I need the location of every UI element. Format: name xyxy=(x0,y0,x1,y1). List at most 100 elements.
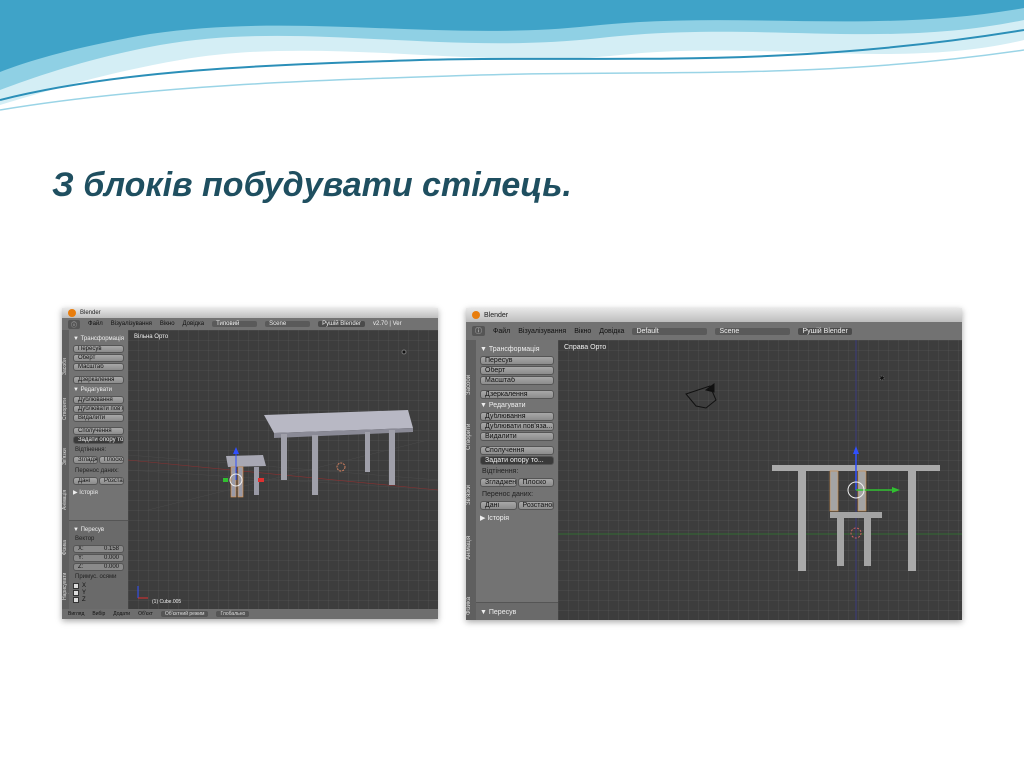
edit-header[interactable]: ▼ Редагувати xyxy=(73,387,124,393)
menu-1[interactable]: Візуалізування xyxy=(518,328,566,335)
window-title: Blender xyxy=(484,311,509,319)
edit-header[interactable]: ▼ Редагувати xyxy=(480,402,554,409)
render-engine-selector[interactable]: Рушій Blender xyxy=(798,327,852,335)
operator-header[interactable]: ▼ Пересув xyxy=(480,609,554,616)
constraint-checkbox[interactable]: X xyxy=(73,583,124,589)
edit-button[interactable]: Дублювати пов'яза... xyxy=(480,422,554,431)
vector-field-y[interactable]: Y: 0.000 xyxy=(73,554,124,562)
history-header[interactable]: ▶ Історія xyxy=(73,489,124,496)
menu-3[interactable]: Довідка xyxy=(183,321,205,327)
constraint-checkbox[interactable]: Z xyxy=(73,597,124,603)
tool-tab[interactable]: Засоби xyxy=(466,340,472,395)
join-button[interactable]: Сполучення xyxy=(73,427,124,435)
tool-shelf: ЗасобиСтворитиЗв'язкиАнімаціяФізикаНарис… xyxy=(466,340,558,620)
set-origin-dropdown[interactable]: Задати опору то... xyxy=(73,436,124,444)
title-bar: Blender xyxy=(62,308,438,318)
tool-tab[interactable]: Анімація xyxy=(466,505,472,560)
menu-1[interactable]: Візуалізування xyxy=(111,321,152,327)
view-label: Вільна Орто xyxy=(134,334,169,340)
edit-button[interactable]: Видалити xyxy=(480,432,554,441)
menu-select[interactable]: Вибір xyxy=(92,611,105,617)
history-header[interactable]: ▶ Історія xyxy=(480,514,554,522)
tool-shelf-content: ▼ Трансформація Пересув Оберт Масштаб Дзерка… xyxy=(69,330,128,609)
tool-tab[interactable]: Зв'язки xyxy=(62,420,68,465)
mirror-button[interactable]: Дзеркалення xyxy=(480,390,554,399)
lamp-icon xyxy=(401,349,407,355)
layout-selector[interactable]: Типовий xyxy=(212,321,258,327)
operator-panel: ▼ Пересув xyxy=(476,602,558,620)
menu-view[interactable]: Вигляд xyxy=(68,611,84,617)
orientation-selector[interactable]: Глобально xyxy=(216,611,250,617)
3d-cursor-icon xyxy=(336,462,346,472)
checkbox-icon[interactable] xyxy=(73,590,79,596)
axis-value: 0.000 xyxy=(103,555,119,561)
data-button[interactable]: Розстанов... xyxy=(99,477,124,485)
axis-value: 0.000 xyxy=(103,564,119,570)
shading-button[interactable]: Згладжене xyxy=(480,478,517,487)
transform-button[interactable]: Масштаб xyxy=(73,363,124,371)
axis-label: Y: xyxy=(78,555,84,561)
tool-tab[interactable]: Фізика xyxy=(62,510,68,555)
editor-type-button[interactable]: ⓘ xyxy=(472,326,485,336)
view-label: Справа Орто xyxy=(564,344,607,351)
tool-tab[interactable]: Анімація xyxy=(62,465,68,510)
shading-button[interactable]: Плоско xyxy=(99,456,124,464)
transform-header[interactable]: ▼ Трансформація xyxy=(73,336,124,342)
blender-window-right: Blender ⓘ Файл Візуалізування Вікно Довідка De… xyxy=(466,308,962,620)
operator-panel: ▼ Пересув Вектор X: 0.158 Y: 0.000 Z: 0.000 Прим… xyxy=(69,520,128,609)
operator-header[interactable]: ▼ Пересув xyxy=(73,527,124,533)
viewport-scene xyxy=(128,349,438,599)
mirror-button[interactable]: Дзеркалення xyxy=(73,376,124,384)
layout-selector[interactable]: Default xyxy=(632,327,708,335)
edit-button[interactable]: Дублювати пов'яза... xyxy=(73,405,124,413)
transform-header[interactable]: ▼ Трансформація xyxy=(480,346,554,353)
editor-type-button[interactable]: ⓘ xyxy=(68,319,81,329)
tool-tab[interactable]: Засоби xyxy=(62,330,68,375)
menu-object[interactable]: Об'єкт xyxy=(138,611,153,617)
axis-name: X xyxy=(82,583,87,589)
edit-button[interactable]: Дублювання xyxy=(73,396,124,404)
mode-selector[interactable]: Об'єктний режим xyxy=(160,611,209,617)
3d-viewport[interactable]: Вільна Орто (1) Cube.005 xyxy=(128,330,438,609)
shading-row: ЗгладженеПлоско xyxy=(480,478,554,488)
transform-button[interactable]: Масштаб xyxy=(480,376,554,385)
set-origin-dropdown[interactable]: Задати опору то... xyxy=(480,456,554,465)
checkbox-icon[interactable] xyxy=(73,583,79,589)
render-engine-selector[interactable]: Рушій Blender xyxy=(318,321,365,327)
transform-button[interactable]: Пересув xyxy=(73,345,124,353)
data-transfer-label: Перенос даних: xyxy=(482,491,534,498)
menu-0[interactable]: Файл xyxy=(493,328,510,335)
tool-tab[interactable]: Створити xyxy=(62,375,68,420)
menu-bar: ⓘ Файл Візуалізування Вікно Довідка Типовий Sc… xyxy=(62,318,438,330)
transform-button[interactable]: Пересув xyxy=(480,356,554,365)
tool-tabs: ЗасобиСтворитиЗв'язкиАнімаціяФізикаНарис… xyxy=(62,330,74,609)
data-button[interactable]: Дані xyxy=(73,477,98,485)
tool-tab[interactable]: Фізика xyxy=(466,560,472,615)
scene-selector[interactable]: Scene xyxy=(715,327,791,335)
join-button[interactable]: Сполучення xyxy=(480,446,554,455)
edit-button[interactable]: Дублювання xyxy=(480,412,554,421)
vector-field-x[interactable]: X: 0.158 xyxy=(73,545,124,553)
menu-2[interactable]: Вікно xyxy=(574,328,591,335)
tool-tab[interactable]: Створити xyxy=(466,395,472,450)
transform-button[interactable]: Оберт xyxy=(73,354,124,362)
constraint-checkbox[interactable]: Y xyxy=(73,590,124,596)
checkbox-icon[interactable] xyxy=(73,597,79,603)
edit-button[interactable]: Видалити xyxy=(73,414,124,422)
menu-0[interactable]: Файл xyxy=(88,321,103,327)
menu-2[interactable]: Вікно xyxy=(160,321,175,327)
scene-selector[interactable]: Scene xyxy=(265,321,311,327)
transform-button[interactable]: Оберт xyxy=(480,366,554,375)
menu-add[interactable]: Додати xyxy=(113,611,130,617)
tool-tab[interactable]: Зв'язки xyxy=(466,450,472,505)
shading-button[interactable]: Плоско xyxy=(517,478,554,487)
menu-3[interactable]: Довідка xyxy=(599,328,624,335)
blender-logo-icon xyxy=(68,309,76,317)
data-button[interactable]: Розстанов... xyxy=(517,501,554,510)
3d-viewport[interactable]: Справа Орто xyxy=(558,340,962,620)
data-row: ДаніРозстанов... xyxy=(73,477,124,486)
shading-button[interactable]: Згладжене xyxy=(73,456,98,464)
data-row: ДаніРозстанов... xyxy=(480,501,554,511)
data-button[interactable]: Дані xyxy=(480,501,517,510)
vector-field-z[interactable]: Z: 0.000 xyxy=(73,563,124,571)
